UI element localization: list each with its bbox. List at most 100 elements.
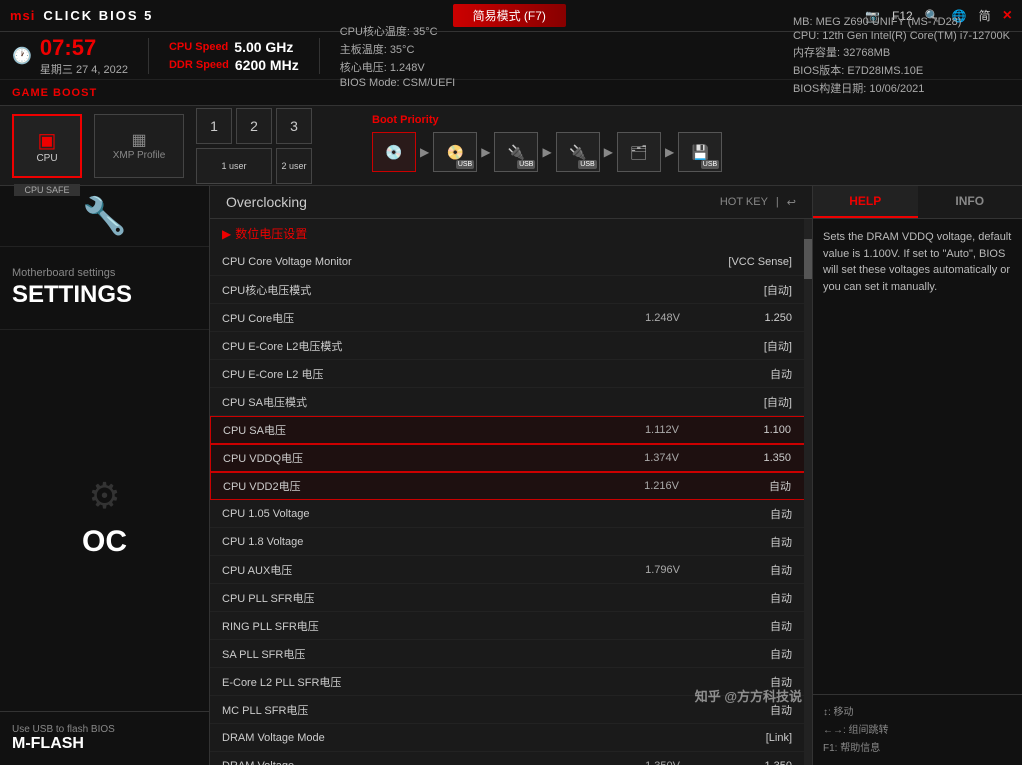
row-value: [自动] <box>680 394 800 410</box>
usb-badge-3: USB <box>578 160 596 169</box>
oc-nav[interactable]: ⚙ OC <box>0 329 209 711</box>
oc-label: OC <box>70 517 139 567</box>
boot-device-drive[interactable]: 🗂 <box>617 132 661 172</box>
table-row[interactable]: CPU VDD2电压1.216V自动 <box>210 472 812 500</box>
table-row[interactable]: CPU VDDQ电压1.374V1.350 <box>210 444 812 472</box>
tab-help[interactable]: HELP <box>813 186 918 218</box>
game-boost-label: GAME BOOST <box>12 87 97 99</box>
flash-section[interactable]: Use USB to flash BIOS M-FLASH <box>0 711 209 765</box>
cpu-safe-badge: CPU SAFE <box>14 184 80 196</box>
cpu-box-label: CPU <box>36 153 57 164</box>
usb-icon-2: 🔌 <box>569 144 586 161</box>
row-value: [自动] <box>680 338 800 354</box>
table-row[interactable]: CPU E-Core L2电压模式[自动] <box>210 332 812 360</box>
table-row[interactable]: CPU 1.8 Voltage自动 <box>210 528 812 556</box>
usb-icon-3: 💾 <box>691 144 708 161</box>
row-name: CPU VDD2电压 <box>223 478 609 494</box>
boost-num-3[interactable]: 3 <box>276 108 312 144</box>
cpu-boost-box[interactable]: ▣ CPU CPU SAFE <box>12 114 82 178</box>
row-value: 1.350 <box>680 760 800 765</box>
row-current: 1.374V <box>609 452 679 464</box>
bios-ver: BIOS版本: E7D28IMS.10E <box>793 62 1010 78</box>
boost-nums: 1 2 3 1 user 2 user <box>196 108 312 184</box>
tools-icon: 🔧 <box>82 195 127 237</box>
row-name: RING PLL SFR电压 <box>222 618 610 634</box>
right-panel: HELP INFO Sets the DRAM VDDQ voltage, de… <box>812 186 1022 765</box>
table-row[interactable]: CPU Core Voltage Monitor[VCC Sense] <box>210 248 812 276</box>
boot-priority-label: Boot Priority <box>372 114 1010 126</box>
hotkey-label[interactable]: HOT KEY <box>720 196 768 208</box>
row-name: CPU PLL SFR电压 <box>222 590 610 606</box>
cpu-voltage: 核心电压: 1.248V <box>340 59 456 75</box>
settings-nav[interactable]: Motherboard settings SETTINGS <box>0 246 209 329</box>
table-row[interactable]: CPU SA电压1.112V1.100 <box>210 416 812 444</box>
help-text: Sets the DRAM VDDQ voltage, default valu… <box>823 229 1012 295</box>
row-name: CPU SA电压模式 <box>222 394 610 410</box>
table-row[interactable]: DRAM Voltage1.350V1.350 <box>210 752 812 765</box>
boost-num-1[interactable]: 1 <box>196 108 232 144</box>
row-name: CPU SA电压 <box>223 422 609 438</box>
mem-size: 内存容量: 32768MB <box>793 44 1010 60</box>
boost-user-1[interactable]: 1 user <box>196 148 272 184</box>
xmp-box[interactable]: ▦ XMP Profile <box>94 114 184 178</box>
boost-right: Boot Priority 💿 ▶ 📀 USB ▶ 🔌 USB ▶ 🔌 USB … <box>360 106 1022 185</box>
settings-title-small: Motherboard settings <box>12 267 197 279</box>
boot-device-usb2[interactable]: 🔌 USB <box>556 132 600 172</box>
bios-date: BIOS构建日期: 10/06/2021 <box>793 80 1010 96</box>
cpu-model: CPU: 12th Gen Intel(R) Core(TM) i7-12700… <box>793 30 1010 42</box>
cpu-chip-icon: ▣ <box>38 128 57 153</box>
boot-device-hdd[interactable]: 💿 <box>372 132 416 172</box>
back-icon[interactable]: ↩ <box>787 196 796 209</box>
table-row[interactable]: CPU PLL SFR电压自动 <box>210 584 812 612</box>
row-name: CPU 1.8 Voltage <box>222 536 610 548</box>
settings-title-large: SETTINGS <box>12 281 197 309</box>
boot-device-usb3[interactable]: 💾 USB <box>678 132 722 172</box>
mb-temp: 主板温度: 35°C <box>340 41 456 57</box>
row-value: 自动 <box>680 506 800 522</box>
divider <box>148 38 149 74</box>
table-row[interactable]: CPU AUX电压1.796V自动 <box>210 556 812 584</box>
row-current: 1.350V <box>610 760 680 765</box>
table-row[interactable]: CPU E-Core L2 电压自动 <box>210 360 812 388</box>
boost-left: ▣ CPU CPU SAFE ▦ XMP Profile 1 2 3 1 use… <box>0 106 360 185</box>
time-value: 07:57 <box>40 35 128 61</box>
right-footer: ↕: 移动 ←→: 组间跳转 F1: 帮助信息 <box>813 694 1022 765</box>
scrollbar-thumb <box>804 239 812 279</box>
row-value: 自动 <box>680 562 800 578</box>
table-row[interactable]: CPU 1.05 Voltage 自动 <box>210 500 812 528</box>
ddr-speed-label: DDR Speed <box>169 59 229 71</box>
boost-num-2[interactable]: 2 <box>236 108 272 144</box>
scrollbar[interactable] <box>804 219 812 765</box>
oc-panel: Overclocking HOT KEY | ↩ ▶ 数位电压设置 CPU Co… <box>210 186 812 765</box>
mode-button[interactable]: 简易模式 (F7) <box>453 4 566 27</box>
time-section: 🕐 07:57 星期三 27 4, 2022 <box>12 35 128 77</box>
tab-info[interactable]: INFO <box>918 186 1022 218</box>
table-row[interactable]: CPU核心电压模式[自动] <box>210 276 812 304</box>
boost-section: ▣ CPU CPU SAFE ▦ XMP Profile 1 2 3 1 use… <box>0 106 1022 186</box>
nav-hint-2: ←→: 组间跳转 <box>823 721 1012 736</box>
oc-content: ▶ 数位电压设置 CPU Core Voltage Monitor[VCC Se… <box>210 219 812 765</box>
cpu-speed-label: CPU Speed <box>169 41 228 53</box>
row-value: 1.250 <box>680 312 800 324</box>
table-row[interactable]: CPU Core电压1.248V1.250 <box>210 304 812 332</box>
row-value: 自动 <box>679 478 799 494</box>
table-row[interactable]: CPU SA电压模式 [自动] <box>210 388 812 416</box>
boost-user-2[interactable]: 2 user <box>276 148 312 184</box>
mb-model: MB: MEG Z690 UNIFY (MS-7D28) <box>793 16 1010 28</box>
row-current: 1.216V <box>609 480 679 492</box>
boot-device-usb1[interactable]: 🔌 USB <box>494 132 538 172</box>
separator: | <box>776 196 779 208</box>
hotkey-area: HOT KEY | ↩ <box>720 196 796 209</box>
table-row[interactable]: RING PLL SFR电压自动 <box>210 612 812 640</box>
oc-panel-header: Overclocking HOT KEY | ↩ <box>210 186 812 219</box>
row-name: CPU 1.05 Voltage <box>222 508 610 520</box>
table-row[interactable]: DRAM Voltage Mode[Link] <box>210 724 812 752</box>
boot-device-optical[interactable]: 📀 USB <box>433 132 477 172</box>
msi-logo: msi <box>10 8 35 23</box>
row-value: 自动 <box>680 646 800 662</box>
row-name: DRAM Voltage <box>222 760 610 765</box>
product-name: CLICK BIOS 5 <box>43 8 153 23</box>
table-row[interactable]: SA PLL SFR电压自动 <box>210 640 812 668</box>
cpu-temp: CPU核心温度: 35°C <box>340 23 456 39</box>
cpu-speed-val: 5.00 GHz <box>234 39 293 55</box>
